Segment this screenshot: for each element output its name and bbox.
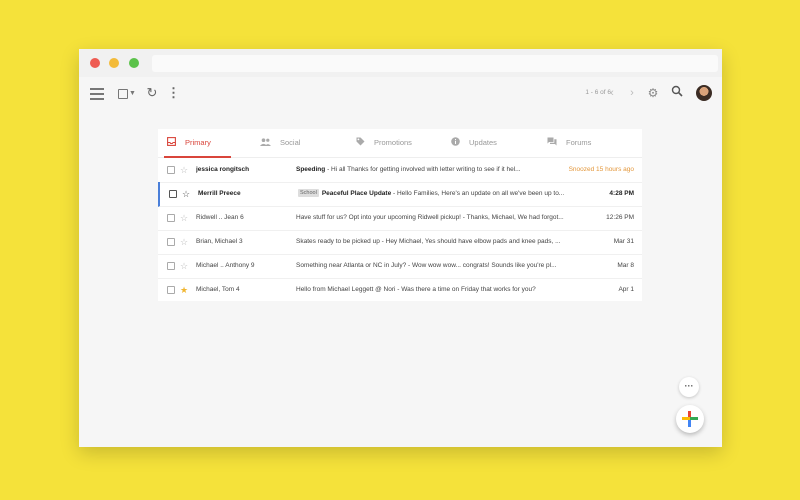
info-icon (451, 129, 460, 157)
row-checkbox[interactable] (167, 214, 175, 222)
email-snippet: - Hi all Thanks for getting involved wit… (325, 166, 521, 173)
email-subject: Speeding (296, 166, 326, 173)
more-horiz-icon[interactable]: ··· (679, 377, 699, 397)
tab-forums[interactable]: Forums (547, 129, 591, 157)
email-subject: Hello from Michael Leggett @ Nori (296, 286, 396, 293)
email-sender: Michael .. Anthony 9 (196, 262, 255, 269)
email-date: 4:28 PM (609, 190, 634, 197)
pager-count: 1 - 6 of 6 (585, 89, 611, 96)
compose-button[interactable] (676, 405, 704, 433)
star-icon[interactable]: ★ (180, 278, 188, 302)
toolbar: ▼ ↻ ⋮ 1 - 6 of 6 ‹ › ⚙ (79, 77, 722, 109)
menu-icon[interactable] (90, 85, 104, 101)
email-row-2[interactable]: ☆ Merrill Preece School Peaceful Place Up… (158, 182, 642, 207)
row-checkbox[interactable] (167, 262, 175, 270)
tag-icon (356, 129, 365, 157)
email-preview: Speeding - Hi all Thanks for getting inv… (296, 158, 568, 182)
email-preview: Have stuff for us? Opt into your upcomin… (296, 206, 568, 230)
inbox-icon (167, 129, 176, 157)
email-date: Apr 1 (618, 286, 634, 293)
email-snippet: - Hello Families, Here's an update on al… (391, 190, 565, 197)
refresh-icon[interactable]: ↻ (145, 85, 159, 101)
email-date: Mar 8 (617, 262, 634, 269)
people-icon (260, 129, 271, 157)
email-date: Snoozed 15 hours ago (568, 166, 634, 173)
caret-down-icon: ▼ (129, 89, 136, 97)
checkbox-icon (118, 88, 129, 99)
inbox-panel: Primary Social Promotions Updates Forums… (158, 129, 642, 301)
email-preview: School Peaceful Place Update - Hello Fami… (298, 182, 570, 206)
star-icon[interactable]: ☆ (182, 182, 190, 206)
email-snippet: - Hey Michael, Yes should have elbow pad… (379, 238, 561, 245)
gear-icon[interactable]: ⚙ (646, 85, 660, 101)
chat-icon (547, 129, 557, 157)
close-window-button[interactable] (90, 58, 100, 68)
email-sender: Ridwell .. Jean 6 (196, 214, 244, 221)
email-snippet: - Was there a time on Friday that works … (395, 286, 536, 293)
email-sender: Michael, Tom 4 (196, 286, 240, 293)
email-preview: Skates ready to be picked up - Hey Micha… (296, 230, 568, 254)
avatar[interactable] (696, 85, 712, 101)
next-page-icon[interactable]: › (627, 85, 637, 101)
address-bar[interactable] (152, 55, 718, 72)
row-checkbox[interactable] (167, 238, 175, 246)
browser-window: ▼ ↻ ⋮ 1 - 6 of 6 ‹ › ⚙ Primary Social Pr… (79, 49, 722, 447)
email-sender: jessica rongitsch (196, 166, 250, 173)
email-row-1[interactable]: ☆ jessica rongitsch Speeding - Hi all Th… (158, 158, 642, 183)
row-checkbox[interactable] (167, 286, 175, 294)
email-snippet: - Thanks, Michael, We had forgot... (461, 214, 564, 221)
email-date: 12:26 PM (606, 214, 634, 221)
email-row-6[interactable]: ★ Michael, Tom 4 Hello from Michael Legg… (158, 278, 642, 302)
label-tag[interactable]: School (298, 189, 319, 198)
tab-label: Primary (185, 138, 211, 147)
search-icon[interactable] (670, 85, 684, 101)
star-icon[interactable]: ☆ (180, 254, 188, 278)
inbox-tabs: Primary Social Promotions Updates Forums (158, 129, 642, 158)
email-preview: Hello from Michael Leggett @ Nori - Was … (296, 278, 568, 302)
star-icon[interactable]: ☆ (180, 230, 188, 254)
tab-social[interactable]: Social (260, 129, 300, 157)
email-preview: Something near Atlanta or NC in July? - … (296, 254, 568, 278)
tab-label: Updates (469, 138, 497, 147)
star-icon[interactable]: ☆ (180, 158, 188, 182)
tab-label: Social (280, 138, 301, 147)
email-snippet: - Wow wow wow... congrats! Sounds like y… (406, 262, 557, 269)
prev-page-icon[interactable]: ‹ (607, 85, 617, 101)
email-date: Mar 31 (613, 238, 634, 245)
email-row-5[interactable]: ☆ Michael .. Anthony 9 Something near At… (158, 254, 642, 279)
select-all-checkbox[interactable]: ▼ (117, 85, 137, 101)
tab-label: Forums (566, 138, 592, 147)
email-subject: Something near Atlanta or NC in July? (296, 262, 407, 269)
email-row-4[interactable]: ☆ Brian, Michael 3 Skates ready to be pi… (158, 230, 642, 255)
tab-primary[interactable]: Primary (164, 129, 231, 158)
row-checkbox[interactable] (167, 166, 175, 174)
tab-label: Promotions (374, 138, 412, 147)
row-checkbox[interactable] (169, 190, 177, 198)
title-bar (79, 49, 722, 77)
email-sender: Merrill Preece (198, 190, 241, 197)
email-sender: Brian, Michael 3 (196, 238, 243, 245)
email-subject: Peaceful Place Update (321, 190, 392, 197)
more-vert-icon[interactable]: ⋮ (167, 85, 180, 101)
email-row-3[interactable]: ☆ Ridwell .. Jean 6 Have stuff for us? O… (158, 206, 642, 231)
tab-updates[interactable]: Updates (451, 129, 497, 157)
tab-promotions[interactable]: Promotions (356, 129, 412, 157)
email-subject: Have stuff for us? Opt into your upcomin… (296, 214, 461, 221)
email-subject: Skates ready to be picked up (296, 238, 380, 245)
plus-icon-bar (682, 417, 698, 420)
maximize-window-button[interactable] (129, 58, 139, 68)
minimize-window-button[interactable] (109, 58, 119, 68)
star-icon[interactable]: ☆ (180, 206, 188, 230)
